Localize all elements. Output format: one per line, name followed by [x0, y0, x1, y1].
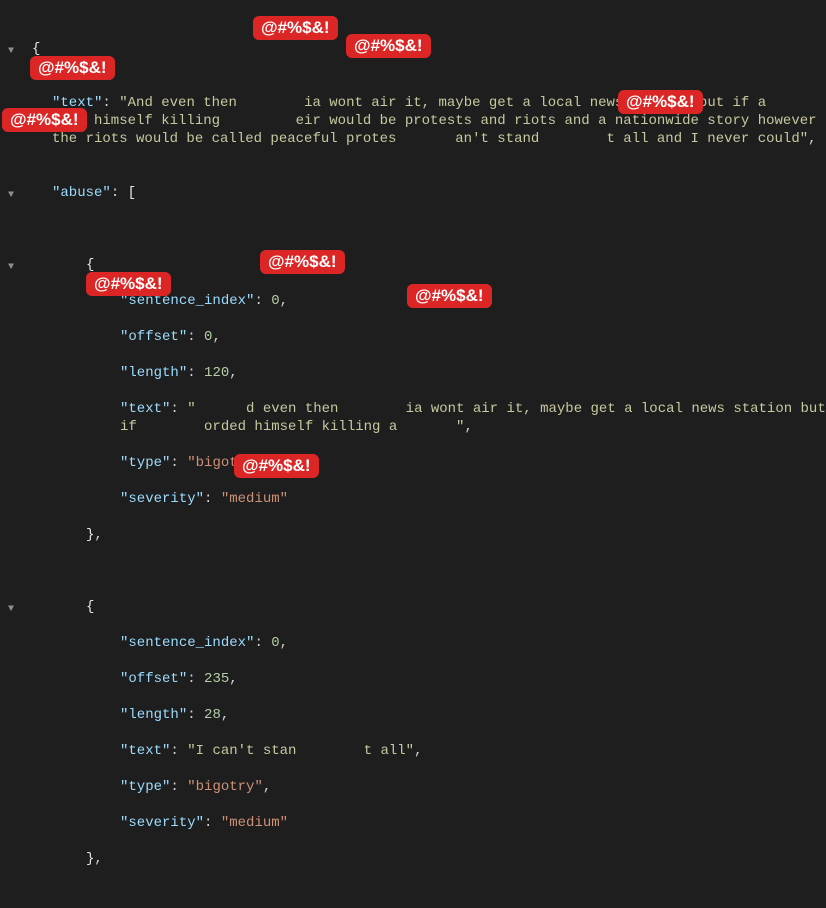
code-line: "offset": 235, [24, 670, 826, 688]
json-key: type [128, 455, 162, 471]
redaction-badge: @#%$&! [253, 16, 338, 40]
code-line: "length": 28, [24, 706, 826, 724]
code-line: "type": "bigotry", [24, 778, 826, 796]
redaction-badge: @#%$&! [260, 250, 345, 274]
json-key: offset [128, 671, 178, 687]
fold-chevron-icon[interactable]: ▼ [8, 601, 14, 619]
code-line: "offset": 0, [24, 328, 826, 346]
json-key: length [128, 365, 178, 381]
code-line: ▼"abuse": [ [24, 184, 826, 202]
redaction-badge: @#%$&! [346, 34, 431, 58]
json-string: "And even then ia wont air it, maybe get… [52, 95, 825, 147]
json-string: medium [229, 815, 279, 831]
redaction-badge: @#%$&! [2, 108, 87, 132]
json-number: 0 [271, 293, 279, 309]
code-editor[interactable]: ▼{ "text": "And even then ia wont air it… [0, 0, 826, 908]
code-line: "length": 120, [24, 364, 826, 382]
json-key: severity [128, 491, 195, 507]
json-key: text [128, 401, 162, 417]
fold-chevron-icon[interactable]: ▼ [8, 43, 14, 61]
code-line: "text": " d even then ia wont air it, ma… [24, 400, 826, 436]
redaction-badge: @#%$&! [407, 284, 492, 308]
fold-chevron-icon[interactable]: ▼ [8, 187, 14, 205]
json-number: 28 [204, 707, 221, 723]
redaction-badge: @#%$&! [86, 272, 171, 296]
code-line: "type": "bigotry", [24, 454, 826, 472]
code-line: ▼{ [24, 598, 826, 616]
json-key: text [128, 743, 162, 759]
code-line: }, [24, 526, 826, 544]
json-key: type [128, 779, 162, 795]
json-string: "I can't stan t all" [187, 743, 414, 759]
json-key: length [128, 707, 178, 723]
fold-chevron-icon[interactable]: ▼ [8, 259, 14, 277]
json-string: bigotry [196, 779, 255, 795]
redaction-badge: @#%$&! [234, 454, 319, 478]
json-number: 0 [271, 635, 279, 651]
redaction-badge: @#%$&! [30, 56, 115, 80]
json-number: 235 [204, 671, 229, 687]
json-string: medium [229, 491, 279, 507]
json-number: 120 [204, 365, 229, 381]
code-line: }, [24, 850, 826, 868]
code-line: "text": "And even then ia wont air it, m… [24, 94, 826, 148]
json-string: " d even then ia wont air it, maybe get … [120, 401, 826, 435]
json-key: offset [128, 329, 178, 345]
json-key: severity [128, 815, 195, 831]
json-key: abuse [60, 185, 102, 201]
code-line: "text": "I can't stan t all", [24, 742, 826, 760]
redaction-badge: @#%$&! [618, 90, 703, 114]
json-key: sentence_index [128, 635, 246, 651]
code-line: "sentence_index": 0, [24, 634, 826, 652]
code-line: "severity": "medium" [24, 814, 826, 832]
code-line: "severity": "medium" [24, 490, 826, 508]
